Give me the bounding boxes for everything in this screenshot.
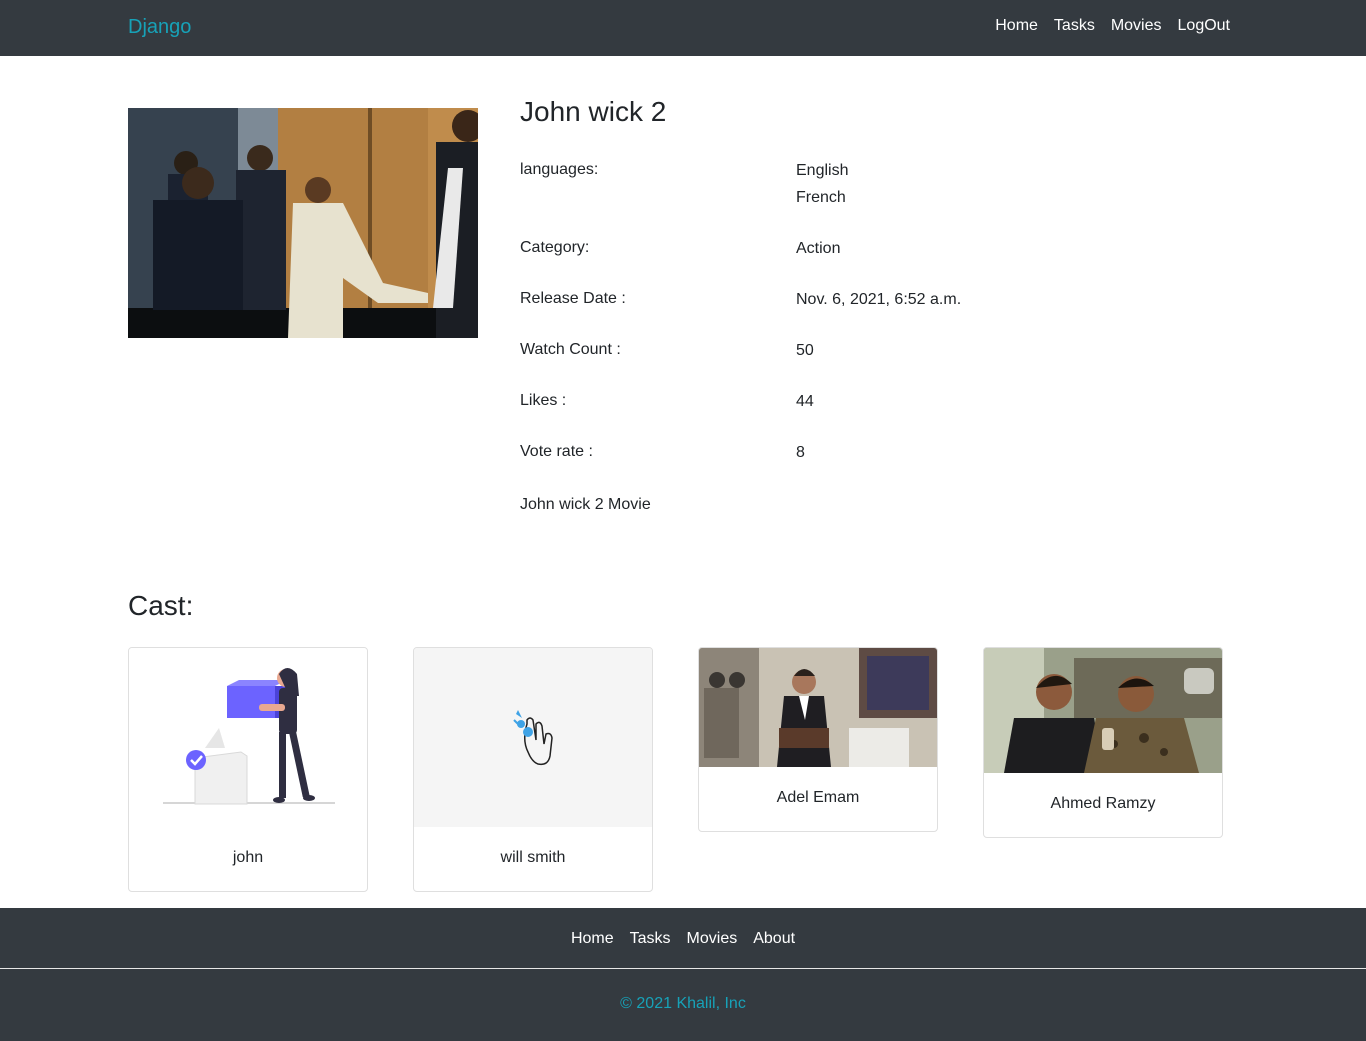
site-footer: Home Tasks Movies About © 2021 Khalil, I… [0, 908, 1366, 1041]
cast-photo-ahmed-ramzy-image [984, 648, 1222, 773]
vote-rate-label: Vote rate : [520, 443, 593, 460]
languages-label: languages: [520, 161, 599, 178]
release-date-value: Nov. 6, 2021, 6:52 a.m. [796, 291, 962, 308]
movie-poster-image [128, 108, 478, 338]
watch-count-label: Watch Count : [520, 341, 621, 358]
cast-name-ahmed-ramzy: Ahmed Ramzy [1050, 795, 1156, 812]
brand-link[interactable]: Django [128, 16, 191, 39]
release-date-label: Release Date : [520, 290, 626, 307]
footer-divider [0, 968, 1366, 969]
footer-links: Home Tasks Movies About [0, 930, 1366, 948]
nav-tasks-link[interactable]: Tasks [1054, 17, 1095, 35]
cast-name-john: john [232, 849, 264, 866]
person-carrying-box-illustration [129, 648, 367, 827]
cast-photo-adel-emam [699, 648, 937, 767]
footer-about-link[interactable]: About [753, 930, 795, 948]
movie-title: John wick 2 [520, 96, 667, 127]
footer-home-link[interactable]: Home [571, 930, 614, 948]
watch-count-value: 50 [796, 342, 814, 359]
language-english: English [796, 162, 849, 179]
likes-value: 44 [796, 393, 814, 410]
likes-label: Likes : [520, 392, 567, 409]
footer-movies-link[interactable]: Movies [687, 930, 738, 948]
cast-card-john[interactable]: john [128, 647, 368, 892]
cast-card-ahmed-ramzy[interactable]: Ahmed Ramzy [983, 647, 1223, 838]
copyright-text: © 2021 Khalil, Inc [620, 995, 746, 1012]
cast-heading: Cast: [128, 590, 194, 621]
waving-hand-illustration [414, 648, 652, 827]
category-value: Action [796, 240, 841, 257]
cast-photo-john [129, 648, 367, 827]
category-label: Category: [520, 239, 590, 256]
movie-poster [128, 108, 478, 338]
language-french: French [796, 189, 846, 206]
cast-name-will-smith: will smith [500, 849, 566, 866]
cast-photo-will-smith [414, 648, 652, 827]
cast-photo-adel-emam-image [699, 648, 937, 767]
top-navbar: Django Home Tasks Movies LogOut [0, 0, 1366, 56]
cast-card-will-smith[interactable]: will smith [413, 647, 653, 892]
nav-links: Home Tasks Movies LogOut [995, 17, 1230, 35]
movie-description: John wick 2 Movie [520, 496, 651, 513]
vote-rate-value: 8 [796, 444, 805, 461]
nav-home-link[interactable]: Home [995, 17, 1038, 35]
footer-tasks-link[interactable]: Tasks [630, 930, 671, 948]
nav-movies-link[interactable]: Movies [1111, 17, 1162, 35]
cast-photo-ahmed-ramzy [984, 648, 1222, 773]
nav-logout-link[interactable]: LogOut [1178, 17, 1230, 35]
cast-card-adel-emam[interactable]: Adel Emam [698, 647, 938, 832]
cast-name-adel-emam: Adel Emam [776, 789, 860, 806]
